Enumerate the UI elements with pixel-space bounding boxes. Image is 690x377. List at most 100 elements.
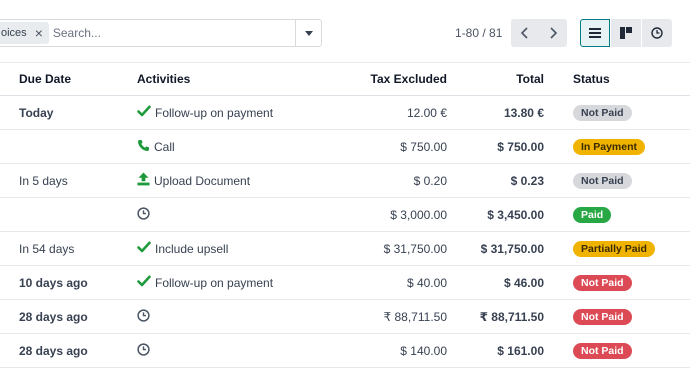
table-row[interactable]: 28 days ago ₹ 88,711.50 ₹ 88,711.50 Not Pai… (0, 299, 690, 334)
table-row[interactable]: $ 3,000.00 $ 3,450.00 Paid (0, 197, 690, 232)
due-date-cell: 28 days ago (0, 299, 125, 334)
activity-summary: Follow-up on payment (155, 105, 274, 120)
column-header-tax-excluded[interactable]: Tax Excluded (325, 62, 448, 96)
invoice-list-table: Due Date Activities Tax Excluded Total S… (0, 62, 690, 368)
list-icon (589, 28, 601, 38)
status-cell: Not Paid (545, 265, 690, 300)
due-date-cell: Today (0, 95, 125, 130)
table-header-row: Due Date Activities Tax Excluded Total S… (0, 62, 690, 96)
activity-cell[interactable]: Follow-up on payment (125, 265, 325, 300)
clock-icon[interactable] (137, 206, 150, 223)
status-cell: In Payment (545, 129, 690, 164)
activity-summary: Follow-up on payment (155, 275, 274, 290)
due-date-cell: 10 days ago (0, 265, 125, 300)
activity-widget[interactable]: Call (137, 139, 175, 155)
column-header-total[interactable]: Total (448, 62, 545, 96)
status-badge: In Payment (573, 138, 646, 155)
status-badge: Not Paid (573, 342, 632, 359)
column-header-activities[interactable]: Activities (125, 62, 325, 96)
status-badge: Partially Paid (573, 240, 655, 257)
tax-excluded-cell: 12.00 € (325, 95, 448, 130)
total-cell: $ 3,450.00 (448, 197, 545, 232)
total-cell: $ 31,750.00 (448, 231, 545, 266)
tax-excluded-cell: ₹ 88,711.50 (325, 299, 448, 334)
chevron-right-icon (550, 27, 558, 39)
upload-icon[interactable] (137, 172, 150, 189)
pager-value[interactable]: 1-80 / 81 (455, 26, 502, 40)
pager-previous-button[interactable] (511, 19, 539, 47)
status-badge: Not Paid (573, 172, 632, 189)
pager-next-button[interactable] (539, 19, 567, 47)
column-header-due-date[interactable]: Due Date (0, 62, 125, 96)
table-row[interactable]: 10 days ago Follow-up on payment $ 40.00 $ … (0, 265, 690, 300)
remove-facet-icon[interactable]: × (35, 26, 43, 40)
total-cell: $ 161.00 (448, 333, 545, 368)
total-cell: $ 0.23 (448, 163, 545, 198)
search-options-toggle[interactable] (295, 20, 321, 46)
status-cell: Not Paid (545, 95, 690, 130)
status-cell: Not Paid (545, 333, 690, 368)
filter-facet-label: oices (1, 27, 27, 39)
kanban-icon (620, 27, 632, 39)
total-cell: ₹ 88,711.50 (448, 299, 545, 334)
table-row[interactable]: In 54 days Include upsell $ 31,750.00 $ 31,… (0, 231, 690, 266)
check-icon[interactable] (137, 105, 151, 120)
status-badge: Not Paid (573, 308, 632, 325)
activity-widget[interactable]: Follow-up on payment (137, 105, 273, 120)
search-input[interactable] (52, 21, 289, 45)
check-icon[interactable] (137, 241, 151, 256)
status-cell: Partially Paid (545, 231, 690, 266)
activity-summary: Call (154, 139, 175, 154)
activity-widget[interactable] (137, 308, 154, 325)
due-date-cell: In 5 days (0, 163, 125, 198)
status-badge: Not Paid (573, 104, 632, 121)
clock-icon[interactable] (137, 342, 150, 359)
check-icon[interactable] (137, 275, 151, 290)
clock-icon[interactable] (137, 308, 150, 325)
clock-icon (651, 27, 663, 39)
column-header-status[interactable]: Status (545, 62, 690, 96)
tax-excluded-cell: $ 0.20 (325, 163, 448, 198)
activity-cell[interactable]: Upload Document (125, 163, 325, 198)
table-row[interactable]: In 5 days Upload Document $ 0.20 $ 0.23 Not … (0, 163, 690, 198)
tax-excluded-cell: $ 40.00 (325, 265, 448, 300)
caret-down-icon (304, 30, 313, 36)
total-cell: $ 46.00 (448, 265, 545, 300)
activity-cell[interactable] (125, 197, 325, 232)
status-cell: Not Paid (545, 299, 690, 334)
due-date-cell: 28 days ago (0, 333, 125, 368)
table-row[interactable]: 28 days ago $ 140.00 $ 161.00 Not Paid (0, 333, 690, 368)
activity-cell[interactable]: Include upsell (125, 231, 325, 266)
due-date-cell (0, 129, 125, 164)
filter-facet: oices × (0, 22, 49, 44)
status-cell: Not Paid (545, 163, 690, 198)
activity-cell[interactable] (125, 299, 325, 334)
activity-cell[interactable]: Follow-up on payment (125, 95, 325, 130)
chevron-left-icon (520, 27, 528, 39)
tax-excluded-cell: $ 750.00 (325, 129, 448, 164)
search-bar: oices × (0, 19, 322, 47)
activity-widget[interactable]: Upload Document (137, 172, 250, 189)
activity-cell[interactable] (125, 333, 325, 368)
activity-widget[interactable] (137, 206, 154, 223)
activity-view-button[interactable] (642, 19, 672, 47)
status-cell: Paid (545, 197, 690, 232)
status-badge: Paid (573, 206, 612, 223)
due-date-cell (0, 197, 125, 232)
activity-summary: Include upsell (155, 241, 229, 256)
control-panel: oices × 1-80 / 81 (0, 0, 690, 62)
activity-widget[interactable]: Follow-up on payment (137, 275, 273, 290)
phone-icon[interactable] (137, 139, 150, 155)
list-view-button[interactable] (580, 19, 610, 47)
table-row[interactable]: Today Follow-up on payment 12.00 €13.80 € N… (0, 95, 690, 130)
status-badge: Not Paid (573, 274, 632, 291)
activity-widget[interactable]: Include upsell (137, 241, 228, 256)
total-cell: 13.80 € (448, 95, 545, 130)
table-row[interactable]: Call $ 750.00 $ 750.00 In Payment (0, 129, 690, 164)
activity-widget[interactable] (137, 342, 154, 359)
kanban-view-button[interactable] (611, 19, 641, 47)
activity-summary: Upload Document (154, 173, 251, 188)
tax-excluded-cell: $ 3,000.00 (325, 197, 448, 232)
activity-cell[interactable]: Call (125, 129, 325, 164)
tax-excluded-cell: $ 31,750.00 (325, 231, 448, 266)
